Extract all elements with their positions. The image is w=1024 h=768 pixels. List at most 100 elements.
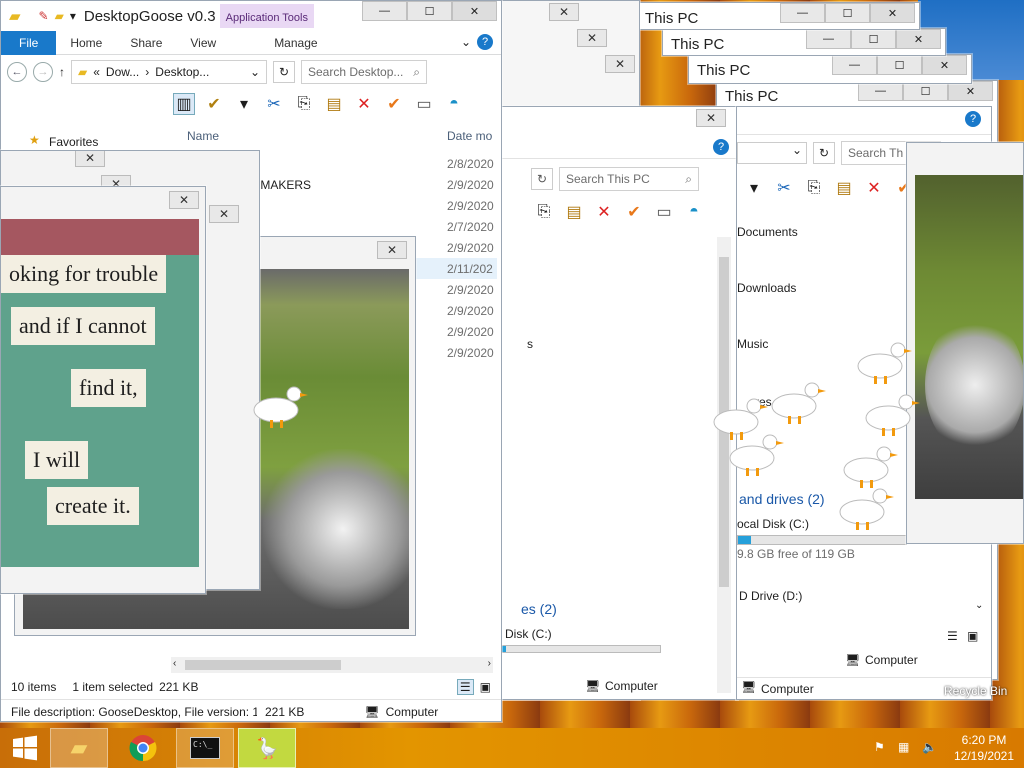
- scrollbar[interactable]: ⌄: [975, 597, 989, 627]
- breadcrumb-item[interactable]: Dow...: [106, 65, 139, 79]
- checkmark-icon[interactable]: ✔: [383, 93, 405, 115]
- minimize-button[interactable]: —: [780, 3, 825, 23]
- back-button[interactable]: ←: [7, 62, 27, 82]
- view-details-icon[interactable]: ☰: [456, 679, 474, 695]
- checkmark-icon[interactable]: ✔: [623, 201, 645, 223]
- forward-button[interactable]: →: [33, 62, 53, 82]
- close-button[interactable]: ✕: [452, 1, 497, 21]
- minimize-button[interactable]: —: [832, 55, 877, 75]
- address-bar[interactable]: ▰ « Dow... › Desktop... ⌄: [71, 60, 267, 84]
- dropdown-arrow-icon[interactable]: ⌄: [250, 65, 260, 79]
- dropdown-arrow-icon[interactable]: ▾: [233, 93, 255, 115]
- help-icon[interactable]: ?: [477, 34, 493, 50]
- taskbar-command-prompt[interactable]: C:\_: [176, 728, 234, 768]
- goose-sprite[interactable]: [836, 442, 898, 488]
- paste-icon[interactable]: ▤: [833, 177, 855, 199]
- close-button[interactable]: ✕: [696, 109, 726, 127]
- paste-icon[interactable]: ▤: [323, 93, 345, 115]
- column-header-name[interactable]: Name: [187, 129, 219, 143]
- folder-downloads[interactable]: Downloads: [737, 281, 796, 295]
- network-icon[interactable]: ▦: [898, 740, 909, 754]
- rename-icon[interactable]: ▭: [413, 93, 435, 115]
- tab-view[interactable]: View: [176, 31, 230, 55]
- maximize-button[interactable]: ☐: [877, 55, 922, 75]
- up-button[interactable]: ↑: [59, 65, 65, 79]
- help-icon[interactable]: ?: [713, 139, 729, 155]
- start-button[interactable]: [0, 728, 50, 768]
- close-button[interactable]: ✕: [896, 29, 941, 49]
- shell-icon[interactable]: ◓: [443, 93, 465, 115]
- taskbar-chrome[interactable]: [114, 728, 172, 768]
- maximize-button[interactable]: ☐: [851, 29, 896, 49]
- close-button[interactable]: ✕: [209, 205, 239, 223]
- taskbar-desktop-goose[interactable]: 🪿: [238, 728, 296, 768]
- goose-sprite[interactable]: [722, 430, 784, 476]
- maximize-button[interactable]: ☐: [407, 1, 452, 21]
- view-toggle-icon[interactable]: ▥: [173, 93, 195, 115]
- delete-icon[interactable]: ✕: [353, 93, 375, 115]
- goose-sprite[interactable]: [832, 484, 894, 530]
- close-button[interactable]: ✕: [922, 55, 967, 75]
- search-input[interactable]: Search This PC ⌕: [559, 167, 699, 191]
- disk-label[interactable]: ocal Disk (C:): [737, 517, 809, 531]
- help-icon[interactable]: ?: [965, 111, 981, 127]
- copy-icon[interactable]: ⎘: [293, 93, 315, 115]
- close-button[interactable]: ✕: [948, 81, 993, 101]
- refresh-icon[interactable]: ↻: [813, 142, 835, 164]
- meme-window[interactable]: ✕ oking for trouble and if I cannot find…: [0, 186, 206, 594]
- column-header-date[interactable]: Date mo: [447, 129, 492, 143]
- tab-share[interactable]: Share: [116, 31, 176, 55]
- refresh-icon[interactable]: ↻: [273, 61, 295, 83]
- view-tiles-icon[interactable]: ▣: [967, 629, 978, 643]
- goose-sprite[interactable]: [850, 338, 912, 384]
- search-input[interactable]: Search Desktop... ⌕: [301, 60, 427, 84]
- this-pc-window-a[interactable]: ✕ ? ↻ Search This PC ⌕ ⎘ ▤ ✕ ✔ ▭ ◓ s es (…: [500, 106, 738, 700]
- scissors-icon[interactable]: ✂: [263, 93, 285, 115]
- folder-documents[interactable]: Documents: [737, 225, 798, 239]
- horizontal-scrollbar[interactable]: ‹ ›: [171, 657, 493, 673]
- this-pc-window-1[interactable]: This PC — ☐ ✕: [636, 2, 920, 30]
- goose-sprite[interactable]: [858, 390, 920, 436]
- maximize-button[interactable]: ☐: [825, 3, 870, 23]
- clock[interactable]: 6:20 PM 12/19/2021: [946, 732, 1022, 764]
- this-pc-window-3[interactable]: This PC — ☐ ✕: [688, 54, 972, 84]
- this-pc-window-2[interactable]: This PC — ☐ ✕: [662, 28, 946, 56]
- close-button[interactable]: ✕: [870, 3, 915, 23]
- view-tiles-icon[interactable]: ▣: [480, 680, 491, 694]
- close-button[interactable]: ✕: [75, 151, 105, 167]
- recycle-bin-label[interactable]: Recycle Bin: [944, 684, 1007, 698]
- pin-icon[interactable]: ✎: [39, 9, 49, 23]
- close-button[interactable]: ✕: [377, 241, 407, 259]
- dropdown-arrow-icon[interactable]: ⌄: [737, 142, 807, 164]
- taskbar-file-explorer[interactable]: ▰: [50, 728, 108, 768]
- minimize-button[interactable]: —: [806, 29, 851, 49]
- close-button[interactable]: ✕: [549, 3, 579, 21]
- delete-icon[interactable]: ✕: [593, 201, 615, 223]
- goose-photo-window-right[interactable]: [906, 142, 1024, 544]
- tab-manage[interactable]: Manage: [260, 31, 331, 55]
- dvd-drive-label[interactable]: D Drive (D:): [739, 589, 802, 603]
- flag-icon[interactable]: ⚑: [874, 740, 885, 754]
- tab-file[interactable]: File: [1, 30, 57, 55]
- expand-ribbon-icon[interactable]: ⌄: [461, 35, 471, 49]
- minimize-button[interactable]: —: [362, 1, 407, 21]
- folder-icon[interactable]: ▰: [55, 9, 64, 23]
- rename-icon[interactable]: ▭: [653, 201, 675, 223]
- tab-home[interactable]: Home: [56, 31, 116, 55]
- shell-icon[interactable]: ◓: [683, 201, 705, 223]
- delete-icon[interactable]: ✕: [863, 177, 885, 199]
- properties-icon[interactable]: ✔: [203, 93, 225, 115]
- close-button[interactable]: ✕: [577, 29, 607, 47]
- minimize-button[interactable]: —: [858, 81, 903, 101]
- disk-label[interactable]: Disk (C:): [505, 627, 552, 641]
- nav-favorites[interactable]: Favorites: [49, 135, 98, 149]
- copy-icon[interactable]: ⎘: [803, 177, 825, 199]
- close-button[interactable]: ✕: [169, 191, 199, 209]
- scissors-icon[interactable]: ✂: [773, 177, 795, 199]
- goose-sprite[interactable]: [246, 382, 308, 428]
- refresh-icon[interactable]: ↻: [531, 168, 553, 190]
- dropdown-arrow-icon[interactable]: ▾: [70, 9, 76, 23]
- volume-icon[interactable]: 🔈: [922, 740, 937, 754]
- paste-icon[interactable]: ▤: [563, 201, 585, 223]
- folder-music[interactable]: Music: [737, 337, 768, 351]
